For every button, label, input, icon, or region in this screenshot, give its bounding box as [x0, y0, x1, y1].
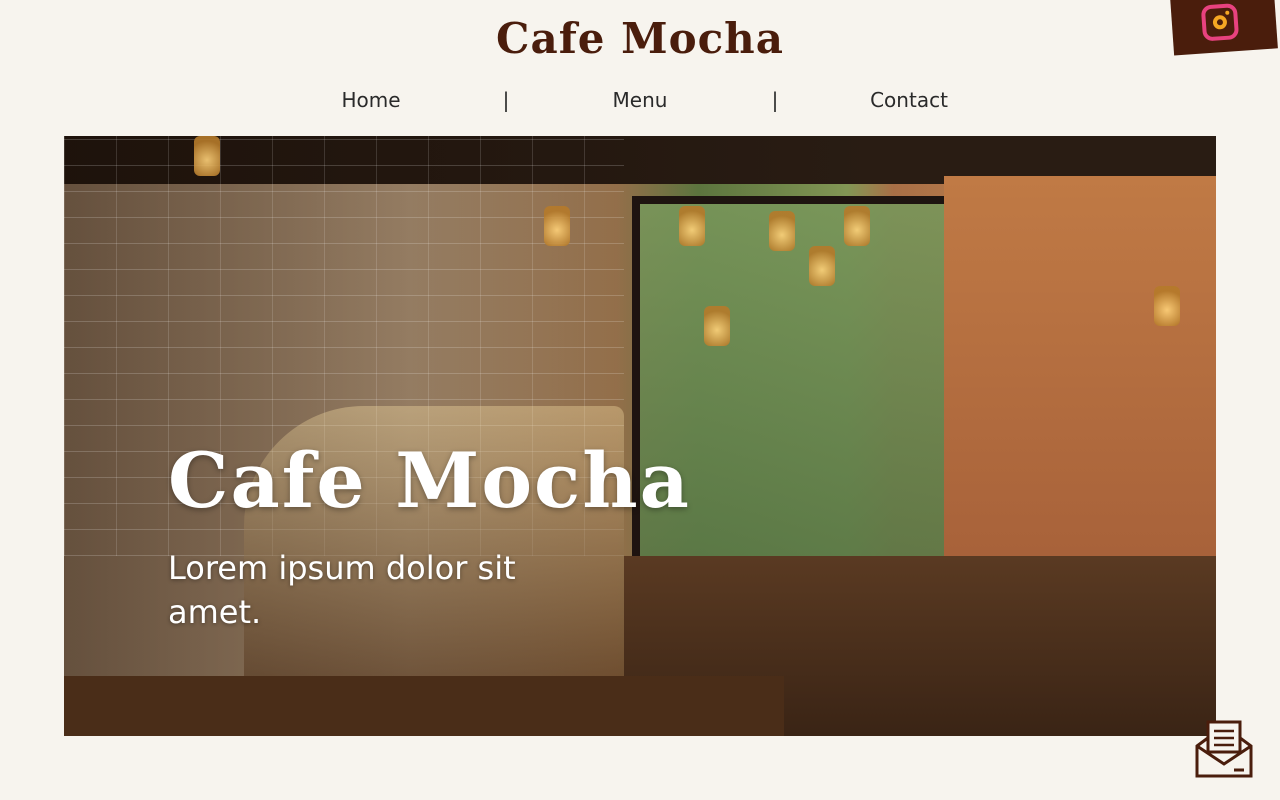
instagram-link[interactable] — [1170, 0, 1278, 56]
hero-lamp — [769, 211, 795, 251]
hero-lamp — [194, 136, 220, 176]
hero-title: Cafe Mocha — [168, 436, 691, 525]
hero-banner: Cafe Mocha Lorem ipsum dolor sit amet. — [64, 136, 1216, 736]
hero-photo-building — [944, 176, 1216, 556]
site-logo-title[interactable]: Cafe Mocha — [0, 14, 1280, 63]
hero-lamp — [704, 306, 730, 346]
nav-contact[interactable]: Contact — [870, 88, 948, 112]
hero-lamp — [809, 246, 835, 286]
hero-lamp — [1154, 286, 1180, 326]
hero-lamp — [544, 206, 570, 246]
hero-photo-table — [64, 676, 784, 736]
nav-separator: | — [502, 88, 510, 112]
hero-subtitle: Lorem ipsum dolor sit amet. — [168, 549, 516, 631]
contact-mail-link[interactable] — [1194, 718, 1254, 780]
mail-icon — [1195, 720, 1253, 778]
nav-home[interactable]: Home — [341, 88, 400, 112]
hero-lamp — [679, 206, 705, 246]
instagram-icon — [1200, 3, 1240, 42]
nav-menu[interactable]: Menu — [613, 88, 668, 112]
nav-separator: | — [771, 88, 779, 112]
main-nav: Home | Menu | Contact — [0, 88, 1280, 116]
hero-lamp — [844, 206, 870, 246]
